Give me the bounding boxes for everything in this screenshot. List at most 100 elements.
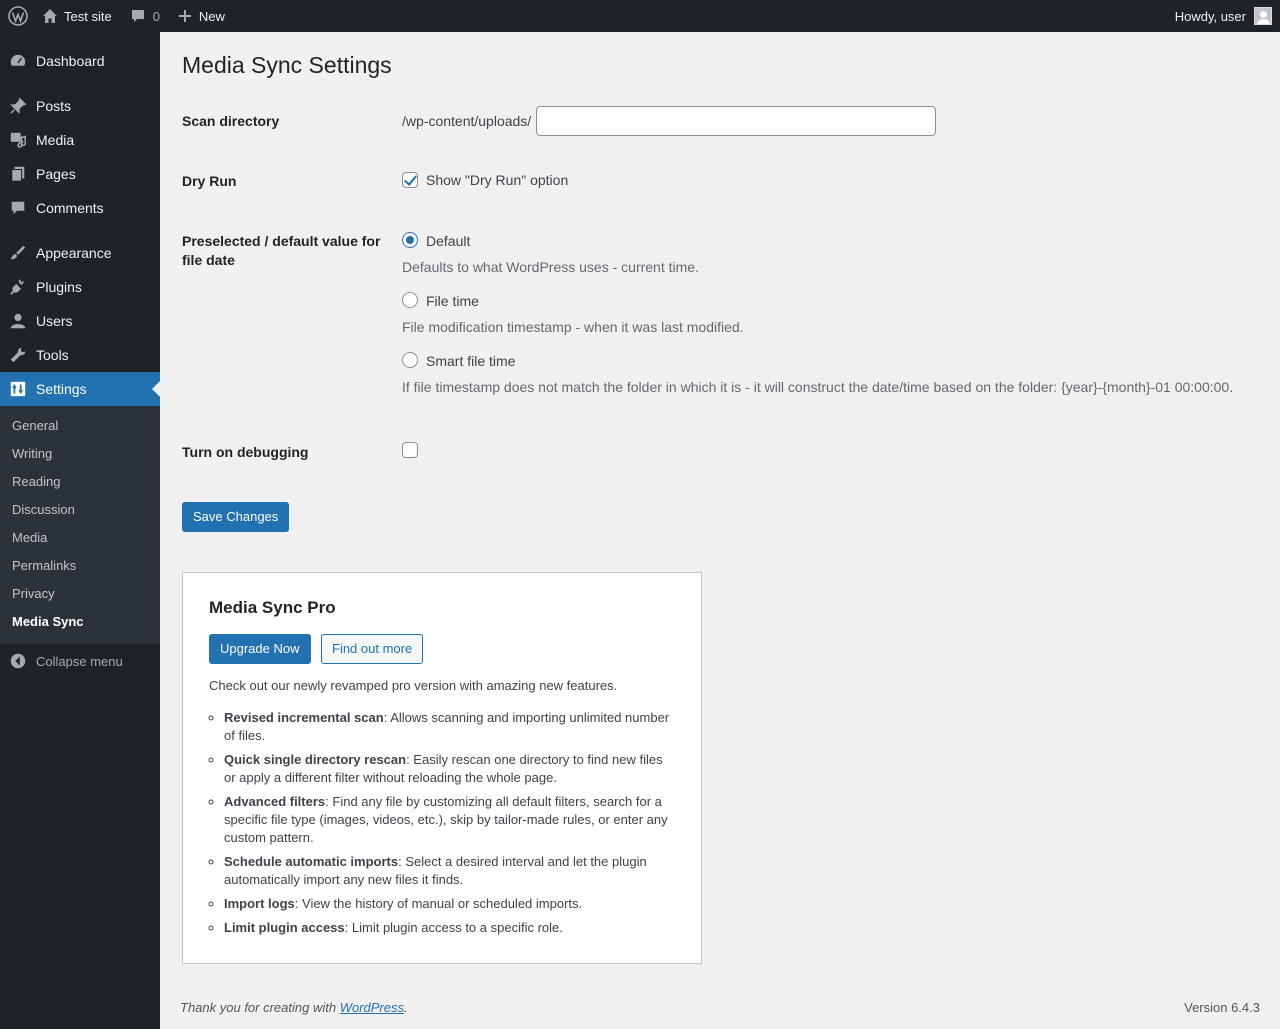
feature-title: Limit plugin access	[224, 920, 345, 935]
submenu-media[interactable]: Media	[12, 524, 47, 552]
pin-icon	[0, 97, 36, 115]
list-item: Revised incremental scan: Allows scannin…	[224, 709, 674, 745]
file-date-default-label: Default	[426, 233, 471, 249]
dry-run-checkbox[interactable]	[402, 172, 418, 188]
file-date-file-time-radio[interactable]	[402, 292, 418, 308]
sidebar-item-settings[interactable]: Settings	[0, 372, 160, 406]
comment-bubble-icon	[130, 8, 146, 24]
scan-directory-label: Scan directory	[182, 113, 280, 129]
account-menu[interactable]: Howdy, user	[1175, 7, 1280, 25]
file-date-smart-description: If file timestamp does not match the fol…	[402, 379, 1234, 395]
sidebar-item-plugins[interactable]: Plugins	[0, 270, 160, 304]
footer-thanks-suffix: .	[404, 1000, 408, 1015]
save-changes-button[interactable]: Save Changes	[182, 502, 290, 532]
media-icon	[0, 131, 36, 149]
feature-title: Quick single directory rescan	[224, 752, 407, 767]
submenu-permalinks[interactable]: Permalinks	[12, 552, 76, 580]
sidebar-item-label: Comments	[36, 200, 104, 216]
plug-icon	[0, 278, 36, 296]
submenu-privacy[interactable]: Privacy	[12, 580, 55, 608]
page-title: Media Sync Settings	[182, 52, 392, 78]
sidebar-item-comments[interactable]: Comments	[0, 191, 160, 225]
feature-title: Schedule automatic imports	[224, 854, 399, 869]
submenu-writing[interactable]: Writing	[12, 440, 52, 468]
sidebar-item-label: Posts	[36, 98, 72, 114]
user-icon	[0, 312, 36, 330]
file-date-default-radio[interactable]	[402, 232, 418, 248]
comments-count: 0	[152, 8, 160, 24]
sidebar-item-label: Media	[36, 132, 75, 148]
file-date-default-description: Defaults to what WordPress uses - curren…	[402, 259, 699, 275]
wrench-icon	[0, 346, 36, 364]
dry-run-option-label: Show "Dry Run" option	[426, 172, 569, 188]
feature-text: : Limit plugin access to a specific role…	[344, 920, 563, 935]
feature-title: Revised incremental scan	[224, 710, 384, 725]
sidebar-item-label: Users	[36, 313, 73, 329]
upgrade-now-button[interactable]: Upgrade Now	[209, 634, 311, 664]
comment-icon	[0, 199, 36, 217]
footer-thanks: Thank you for creating with WordPress.	[180, 1000, 408, 1015]
footer-thanks-prefix: Thank you for creating with	[180, 1000, 340, 1015]
site-name-label: Test site	[64, 8, 112, 24]
submenu-general[interactable]: General	[12, 412, 58, 440]
sidebar-item-pages[interactable]: Pages	[0, 157, 160, 191]
collapse-menu-label: Collapse menu	[36, 653, 123, 669]
home-icon	[42, 8, 58, 24]
pages-icon	[0, 165, 36, 183]
file-date-label: Preselected / default value for file dat…	[182, 233, 381, 268]
list-item: Import logs: View the history of manual …	[224, 895, 674, 913]
list-item: Advanced filters: Find any file by custo…	[224, 793, 674, 847]
sidebar-item-tools[interactable]: Tools	[0, 338, 160, 372]
admin-sidebar: Dashboard Posts Media Pages Comments App…	[0, 32, 160, 1029]
sidebar-item-posts[interactable]: Posts	[0, 89, 160, 123]
pro-title: Media Sync Pro	[209, 598, 336, 617]
sidebar-item-label: Tools	[36, 347, 69, 363]
pro-feature-list: Revised incremental scan: Allows scannin…	[224, 709, 674, 943]
plus-icon	[178, 9, 192, 23]
file-date-file-time-label: File time	[426, 293, 479, 309]
feature-title: Advanced filters	[224, 794, 326, 809]
site-name-link[interactable]: Test site	[36, 0, 120, 32]
feature-text: : View the history of manual or schedule…	[294, 896, 583, 911]
scan-directory-prefix: /wp-content/uploads/	[402, 113, 532, 129]
admin-bar: Test site 0 New Howdy, user	[0, 0, 1280, 32]
list-item: Quick single directory rescan: Easily re…	[224, 751, 674, 787]
new-label: New	[198, 8, 225, 24]
file-date-file-time-description: File modification timestamp - when it wa…	[402, 319, 744, 335]
footer-version: Version 6.4.3	[1184, 1000, 1260, 1015]
dashboard-icon	[0, 51, 36, 71]
comments-link[interactable]: 0	[120, 0, 168, 32]
sidebar-item-label: Appearance	[36, 245, 112, 261]
submenu-reading[interactable]: Reading	[12, 468, 60, 496]
wordpress-logo-icon[interactable]	[0, 0, 36, 32]
sidebar-item-label: Dashboard	[36, 53, 105, 69]
collapse-arrow-icon	[0, 652, 36, 670]
settings-submenu: General Writing Reading Discussion Media…	[0, 406, 160, 644]
sidebar-item-dashboard[interactable]: Dashboard	[0, 44, 160, 78]
new-content-link[interactable]: New	[168, 0, 233, 32]
wordpress-link[interactable]: WordPress	[340, 1000, 404, 1015]
debugging-label: Turn on debugging	[182, 444, 309, 460]
sidebar-item-label: Pages	[36, 166, 76, 182]
list-item: Limit plugin access: Limit plugin access…	[224, 919, 674, 937]
submenu-discussion[interactable]: Discussion	[12, 496, 75, 524]
file-date-smart-label: Smart file time	[426, 353, 516, 369]
scan-directory-input[interactable]	[536, 106, 936, 136]
collapse-menu-button[interactable]: Collapse menu	[0, 644, 160, 678]
list-item: Schedule automatic imports: Select a des…	[224, 853, 674, 889]
sidebar-item-label: Plugins	[36, 279, 82, 295]
debugging-checkbox[interactable]	[402, 442, 418, 458]
brush-icon	[0, 244, 36, 262]
howdy-greeting: Howdy, user	[1174, 8, 1246, 24]
feature-title: Import logs	[224, 896, 295, 911]
submenu-media-sync[interactable]: Media Sync	[12, 608, 84, 636]
sidebar-item-media[interactable]: Media	[0, 123, 160, 157]
avatar	[1254, 7, 1272, 25]
file-date-smart-radio[interactable]	[402, 352, 418, 368]
sidebar-item-label: Settings	[36, 381, 87, 397]
sidebar-item-users[interactable]: Users	[0, 304, 160, 338]
sidebar-item-appearance[interactable]: Appearance	[0, 236, 160, 270]
pro-intro-text: Check out our newly revamped pro version…	[209, 678, 618, 693]
find-out-more-button[interactable]: Find out more	[321, 634, 424, 664]
dry-run-label: Dry Run	[182, 173, 237, 189]
